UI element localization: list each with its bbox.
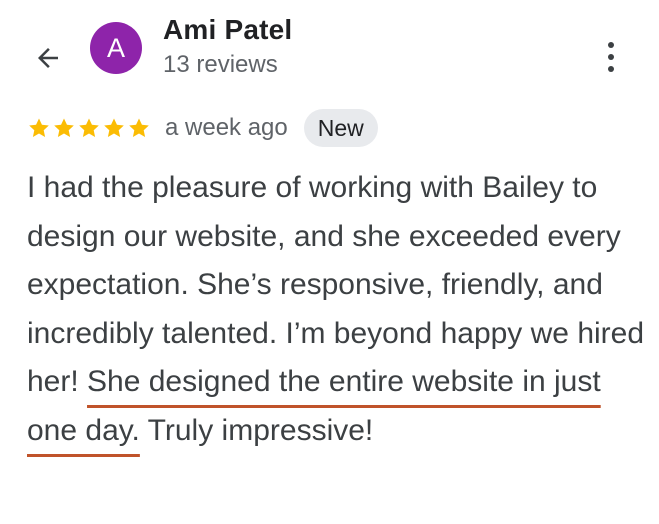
avatar-letter: A <box>106 32 125 63</box>
review-text-part1: I had the pleasure of working with Baile… <box>27 171 645 398</box>
star-icon <box>54 118 74 137</box>
review-time: a week ago <box>165 114 288 141</box>
arrow-back-icon <box>38 48 58 68</box>
review-meta: a week ago New <box>27 108 378 148</box>
more-options-button[interactable] <box>594 36 628 78</box>
more-vert-icon <box>608 42 614 48</box>
star-icon <box>129 118 149 137</box>
star-icon <box>104 118 124 137</box>
new-badge: New <box>303 109 378 147</box>
review-text-part2: Truly impressive! <box>139 413 374 447</box>
reviewer-name[interactable]: Ami Patel <box>163 14 292 46</box>
star-rating <box>27 116 151 140</box>
review-count: 13 reviews <box>163 51 278 78</box>
star-icon <box>79 118 99 137</box>
back-button[interactable] <box>28 38 68 78</box>
review-text: I had the pleasure of working with Baile… <box>27 164 647 455</box>
avatar[interactable]: A <box>90 22 142 74</box>
star-icon <box>29 118 49 137</box>
